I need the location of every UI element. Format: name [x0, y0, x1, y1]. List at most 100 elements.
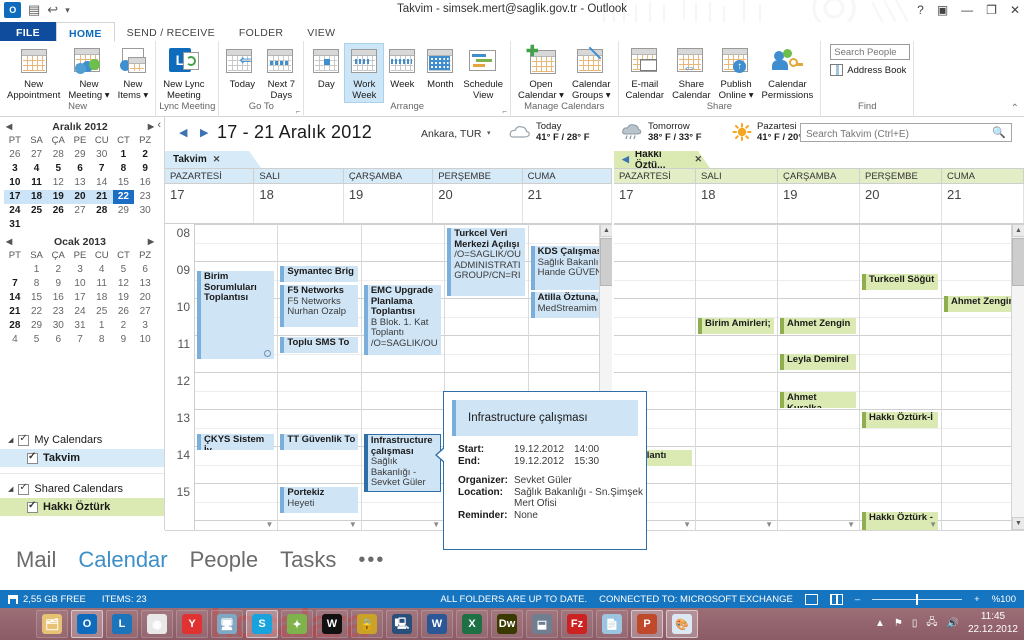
mini-calendar-day[interactable]: 6: [47, 333, 69, 347]
mini-calendar-day[interactable]: 15: [113, 176, 135, 190]
ribbon-tab-home[interactable]: HOME: [55, 22, 115, 42]
taskbar-excel-icon[interactable]: X: [456, 610, 488, 638]
mini-calendar-day[interactable]: [4, 263, 26, 277]
mini-calendar-day[interactable]: 11: [91, 277, 113, 291]
mini-calendar-day[interactable]: 16: [134, 176, 156, 190]
taskbar-yandex-icon[interactable]: Y: [176, 610, 208, 638]
calendar-checkbox[interactable]: [27, 451, 38, 464]
mini-calendar-day[interactable]: 2: [134, 148, 156, 162]
ribbon-button-calendar-groups[interactable]: Calendar Groups ▾: [568, 44, 615, 102]
window-controls[interactable]: ? ▣ — ❐ ✕: [917, 1, 1020, 19]
day-columns[interactable]: tt toplantı▼Birim Amirleri;▼Ahmet Zengin…: [614, 224, 1024, 530]
appointment[interactable]: Portekiz Heyeti: [280, 487, 358, 513]
ribbon-button-new-lync-meeting[interactable]: L New Lync Meeting: [159, 44, 208, 102]
taskbar-winamp-icon[interactable]: W: [316, 610, 348, 638]
appointment-preview-popup[interactable]: Infrastructure çalışması Start: 19.12.20…: [435, 391, 647, 550]
mini-calendar-day[interactable]: 30: [91, 148, 113, 162]
calendar-folder-list[interactable]: ◢ My Calendars Takvim ◢ Shared Calendars Hakk…: [0, 431, 164, 520]
mini-calendar-day[interactable]: 30: [134, 204, 156, 218]
mini-calendar-day[interactable]: 16: [47, 291, 69, 305]
collapse-sidebar-icon[interactable]: ‹: [157, 119, 161, 131]
zoom-in-button[interactable]: +: [974, 594, 980, 605]
taskbar-word-icon[interactable]: W: [421, 610, 453, 638]
mini-calendar-day[interactable]: 12: [113, 277, 135, 291]
scroll-thumb[interactable]: [1012, 238, 1024, 286]
appointment[interactable]: ÇKYS Sistem İy: [197, 434, 275, 450]
more-appointments-icon[interactable]: ▼: [265, 520, 273, 529]
mini-calendar-day[interactable]: 29: [113, 204, 135, 218]
mini-calendar-day[interactable]: 29: [69, 148, 91, 162]
mini-calendar-day[interactable]: 29: [26, 319, 48, 333]
module-more-icon[interactable]: •••: [358, 549, 385, 572]
appointment[interactable]: Atilla Öztuna, MedStreamim: [530, 292, 609, 318]
mini-calendar-day[interactable]: [47, 218, 69, 232]
mini-calendar-day[interactable]: 26: [47, 204, 69, 218]
day-number[interactable]: 19: [344, 184, 434, 223]
zoom-out-button[interactable]: –: [855, 594, 860, 605]
appointment[interactable]: Birim Sorumluları Toplantısı: [197, 271, 275, 359]
ribbon-display-options-button[interactable]: ▣: [937, 1, 948, 19]
mini-calendar-day[interactable]: 26: [113, 305, 135, 319]
calendar-tab-back-icon[interactable]: ◀: [622, 154, 629, 165]
taskbar-skype-icon[interactable]: S: [246, 610, 278, 638]
taskbar-clock[interactable]: 11:45 22.12.2012: [968, 610, 1018, 636]
module-calendar[interactable]: Calendar: [78, 547, 167, 573]
mini-calendar-day[interactable]: 8: [26, 277, 48, 291]
day-number[interactable]: 21: [942, 184, 1024, 223]
mini-calendar-day[interactable]: [134, 218, 156, 232]
mini-calendar-day[interactable]: 17: [69, 291, 91, 305]
mini-calendar-day[interactable]: 21: [90, 190, 113, 204]
taskbar-lync-icon[interactable]: L: [106, 610, 138, 638]
system-tray[interactable]: ▲ ⚑ ▯ 🖧 🔊 11:45 22.12.2012: [875, 610, 1018, 636]
mini-calendar-day[interactable]: 27: [69, 204, 91, 218]
day-column[interactable]: Turkcell Söğüt Hakkı Öztürk-İ Hakkı Öztürk…: [860, 224, 942, 530]
mini-calendar-day[interactable]: 18: [25, 190, 48, 204]
zoom-slider[interactable]: [872, 593, 963, 605]
action-center-flag-icon[interactable]: ⚑: [894, 618, 903, 629]
mini-calendar-day[interactable]: 22: [26, 305, 48, 319]
mini-calendar-day[interactable]: 3: [134, 319, 156, 333]
mini-calendar-day[interactable]: 25: [91, 305, 113, 319]
appointment[interactable]: Birim Amirleri;: [698, 318, 774, 334]
calendar-scrollbar[interactable]: ▲▼: [1011, 224, 1024, 530]
collapse-ribbon-icon[interactable]: ⌃: [1011, 103, 1019, 114]
ribbon-button-calendar-permissions[interactable]: Calendar Permissions: [758, 44, 818, 102]
close-button[interactable]: ✕: [1010, 1, 1020, 19]
mini-calendar-day[interactable]: 5: [47, 162, 69, 176]
ribbon-tab-view[interactable]: VIEW: [295, 22, 347, 42]
taskbar-outlook-icon[interactable]: O: [71, 610, 103, 638]
dialog-launcher-icon[interactable]: ⌐: [296, 107, 301, 116]
appointment[interactable]: Ahmet Zengin: [780, 318, 856, 334]
appointment[interactable]: EMC Upgrade Planlama Toplantısı B Blok. 1…: [363, 285, 442, 355]
mini-calendar-day[interactable]: 21: [4, 305, 26, 319]
search-people-input[interactable]: [830, 44, 911, 60]
mini-calendar-day[interactable]: 4: [91, 263, 113, 277]
mini-calendar-day[interactable]: 24: [69, 305, 91, 319]
mini-calendar-day[interactable]: 11: [26, 176, 48, 190]
normal-view-button[interactable]: [804, 593, 818, 605]
time-grid[interactable]: tt toplantı▼Birim Amirleri;▼Ahmet Zengin…: [614, 224, 1024, 530]
zoom-slider-thumb[interactable]: [916, 593, 919, 605]
mini-calendar-day[interactable]: 9: [47, 277, 69, 291]
mini-calendar-day[interactable]: 13: [69, 176, 91, 190]
day-number[interactable]: 17: [614, 184, 696, 223]
day-column[interactable]: EMC Upgrade Planlama Toplantısı B Blok. 1…: [361, 224, 446, 530]
appointment[interactable]: Ahmet Zengin: [944, 296, 1020, 312]
mini-calendar-day[interactable]: 1: [26, 263, 48, 277]
day-column[interactable]: Birim Sorumluları Toplantısı ÇKYS Sistem …: [195, 224, 279, 530]
appointment[interactable]: Leyla Demirel: [780, 354, 856, 370]
mini-calendar-day[interactable]: 10: [134, 333, 156, 347]
mini-calendar-day[interactable]: 19: [47, 190, 70, 204]
mini-calendar-day[interactable]: [26, 218, 48, 232]
mini-calendar-day[interactable]: [69, 218, 91, 232]
mini-calendar-day[interactable]: 26: [4, 148, 26, 162]
calendar-group-my-calendars[interactable]: ◢ My Calendars Takvim: [0, 431, 164, 467]
ribbon-button-new-appointment[interactable]: New Appointment: [3, 44, 64, 102]
day-number[interactable]: 18: [254, 184, 344, 223]
mini-calendar-group[interactable]: ◀ Aralık 2012 ▶ PT SA ÇA PE CU CT PZ 26 27 28 29 30 1 2 3…: [0, 117, 164, 347]
find-group-content[interactable]: Address Book: [830, 44, 911, 76]
calendar-group-shared-calendars[interactable]: ◢ Shared Calendars Hakkı Öztürk: [0, 480, 164, 516]
ribbon-button-open-calendar[interactable]: ✚ Open Calendar ▾: [514, 44, 568, 102]
search-input[interactable]: [800, 123, 1012, 142]
taskbar-messenger-icon[interactable]: ✦: [281, 610, 313, 638]
